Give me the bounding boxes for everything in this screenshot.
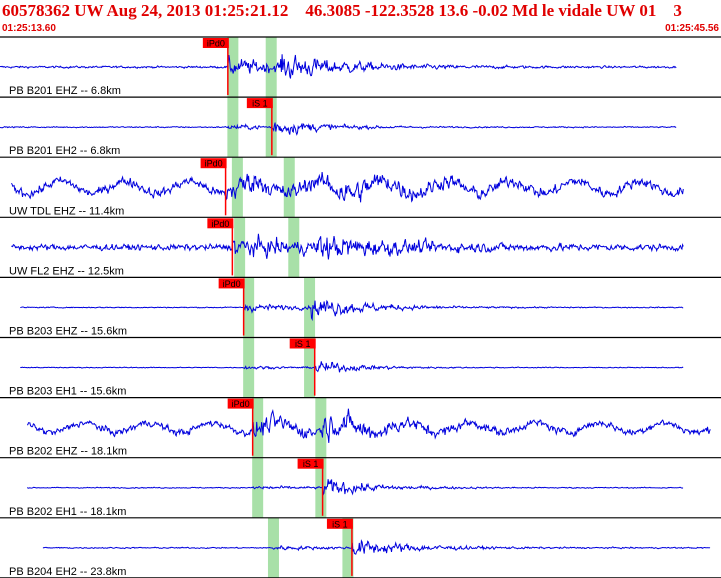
pick-label-7: iS 1 [303,459,319,469]
pick-label-5: iS 1 [295,339,311,349]
station-label-2: UW TDL EHZ -- 11.4km [9,205,124,217]
arrival-window-s-0 [265,37,277,98]
station-label-4: PB B203 EHZ -- 15.6km [9,326,127,338]
waveform-trace-0 [0,54,677,79]
station-label-3: UW FL2 EHZ -- 12.5km [9,265,124,277]
station-label-1: PB B201 EH2 -- 6.8km [9,145,120,157]
pick-label-6: iPd0 [232,399,250,409]
waveform-trace-1 [0,122,677,136]
pick-label-4: iPd0 [223,279,241,289]
pick-label-1: iS 1 [252,99,268,109]
station-label-0: PB B201 EHZ -- 6.8km [9,85,121,97]
seismogram-panel[interactable]: iPd0 PB B201 EHZ -- 6.8km iS 1 PB B201 EH2 … [0,0,721,578]
waveform-trace-4 [20,299,684,322]
arrival-window-s-2 [283,157,295,218]
waveform-trace-7 [27,479,684,497]
station-label-7: PB B202 EH1 -- 18.1km [9,506,126,518]
waveform-trace-6 [26,408,711,443]
pick-label-0: iPd0 [207,39,225,49]
waveform-trace-3 [11,233,684,260]
station-label-8: PB B204 EH2 -- 23.8km [9,566,126,578]
arrival-window-s-6 [315,397,327,458]
pick-label-3: iPd0 [211,219,229,229]
station-label-5: PB B203 EH1 -- 15.6km [9,386,126,398]
pick-label-8: iS 1 [332,519,348,529]
waveform-trace-5 [20,361,684,373]
waveform-trace-2 [10,172,684,203]
arrival-window-p-3 [234,217,246,278]
arrival-window-p-0 [227,37,239,98]
pick-label-2: iPd0 [205,159,223,169]
station-label-6: PB B202 EHZ -- 18.1km [9,446,127,458]
waveform-trace-8 [42,539,711,555]
